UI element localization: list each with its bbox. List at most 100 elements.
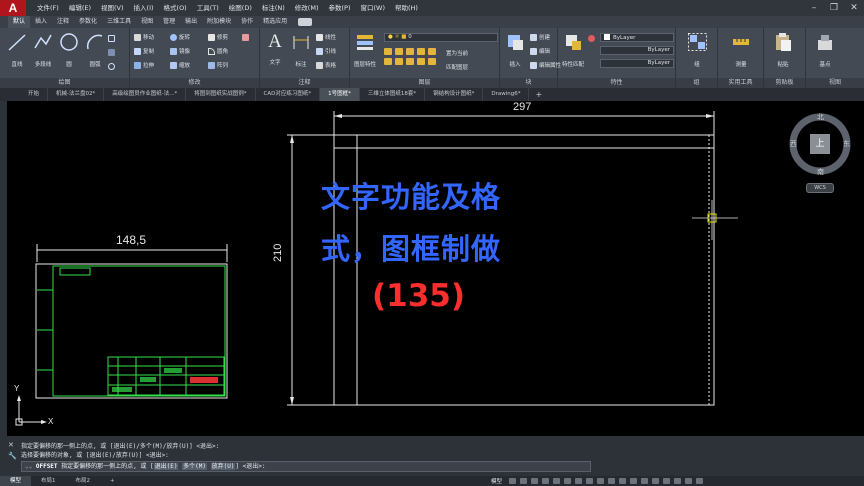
doc-tab[interactable]: 将图到图纸实战图例* (186, 88, 256, 101)
units-icon[interactable] (641, 478, 649, 484)
modify-panel-title[interactable]: 修改 (130, 78, 259, 88)
trim-button[interactable]: 修剪 (208, 32, 228, 42)
text-button[interactable]: A 文字 (262, 32, 288, 67)
ribbon-minimize-toggle[interactable] (298, 18, 313, 26)
clipboard-panel-title[interactable]: 剪贴板 (764, 78, 805, 88)
draw-panel-title[interactable]: 绘图 (0, 78, 129, 88)
tab-output[interactable]: 输出 (180, 16, 202, 28)
create-block-button[interactable]: 创建 (530, 32, 550, 42)
menu-help[interactable]: 帮助(H) (390, 0, 423, 16)
doc-tab-start[interactable]: 开始 (20, 88, 49, 101)
scale-button[interactable]: 缩放 (170, 60, 190, 70)
color-wheel-button[interactable] (588, 33, 595, 43)
hatch-button[interactable] (108, 47, 115, 57)
move-button[interactable]: 移动 (134, 32, 154, 42)
compass-east-label[interactable]: 东 (843, 139, 850, 149)
table-button[interactable]: 表格 (316, 60, 336, 70)
stretch-button[interactable]: 拉伸 (134, 60, 154, 70)
application-menu-button[interactable]: A (0, 0, 26, 16)
annotation-scale-icon[interactable] (608, 478, 616, 484)
doc-tab[interactable]: 高级绘图员作业图纸-法...* (104, 88, 187, 101)
match-layer-button[interactable]: 匹配图层 (446, 62, 468, 72)
line-button[interactable]: 直线 (4, 32, 30, 68)
menu-insert[interactable]: 插入(I) (129, 0, 159, 16)
option-exit[interactable]: 退出(E) (153, 463, 179, 470)
layer-properties-button[interactable]: 图层特性 (352, 32, 378, 68)
doc-tab[interactable]: Drawing6* (483, 88, 530, 101)
close-icon[interactable]: ✕ (8, 441, 14, 449)
tab-view[interactable]: 视图 (136, 16, 158, 28)
option-multiple[interactable]: 多个(M) (182, 463, 207, 470)
groups-panel-title[interactable]: 组 (676, 78, 717, 88)
layer-lock-icon[interactable] (417, 48, 425, 55)
view-panel-title[interactable]: 视图 (806, 78, 864, 88)
layer-on-icon[interactable] (384, 58, 392, 65)
rotate-button[interactable]: 旋转 (170, 32, 190, 42)
linetype-dropdown[interactable]: ByLayer (600, 46, 674, 55)
base-view-button[interactable]: 基点 (812, 32, 838, 68)
osnap-icon[interactable] (553, 478, 561, 484)
make-current-button[interactable]: 置为当前 (446, 48, 468, 58)
match-properties-button[interactable]: 特性匹配 (560, 32, 586, 68)
layout-tab-1[interactable]: 布局1 (31, 476, 66, 486)
doc-tab[interactable]: 钢结构设计图纸* (425, 88, 484, 101)
tab-collaborate[interactable]: 协作 (236, 16, 258, 28)
otrack-icon[interactable] (564, 478, 572, 484)
menu-view[interactable]: 视图(V) (96, 0, 129, 16)
compass-north-label[interactable]: 北 (817, 112, 824, 122)
polyline-button[interactable]: 多段线 (30, 32, 56, 68)
layer-walk-icon[interactable] (417, 58, 425, 65)
compass-south-label[interactable]: 南 (817, 167, 824, 177)
menu-file[interactable]: 文件(F) (32, 0, 64, 16)
large-width-dimension[interactable] (333, 111, 715, 135)
doc-tab[interactable]: 三维立体图纸18套* (360, 88, 426, 101)
linear-dim-button[interactable]: 线性 (316, 32, 336, 42)
menu-tools[interactable]: 工具(T) (192, 0, 224, 16)
color-dropdown[interactable]: ByLayer (600, 33, 674, 42)
measure-button[interactable]: 测量 (728, 32, 754, 68)
layers-panel-title[interactable]: 图层 (350, 78, 499, 88)
menu-edit[interactable]: 编辑(E) (64, 0, 96, 16)
doc-tab[interactable]: 机械-法兰盘02* (48, 88, 105, 101)
layer-freeze-icon[interactable] (406, 48, 414, 55)
add-layout-button[interactable]: + (100, 476, 125, 486)
layer-thaw-icon[interactable] (406, 58, 414, 65)
customization-menu-icon[interactable] (696, 478, 704, 484)
layout-tab-2[interactable]: 布局2 (66, 476, 101, 486)
layer-unlock-icon[interactable] (428, 48, 436, 55)
layer-off-icon[interactable] (384, 48, 392, 55)
viewcube[interactable]: 北 南 东 西 上 WCS (786, 112, 854, 196)
edit-block-button[interactable]: 编辑 (530, 46, 550, 56)
paste-button[interactable]: 粘贴 (770, 32, 796, 68)
command-input[interactable]: ⌄⌄ OFFSET 指定要偏移的那一侧上的点, 或 [退出(E) 多个(M) 放… (21, 461, 591, 472)
arc-button[interactable]: 圆弧 (82, 32, 108, 68)
close-icon[interactable]: ✕ (848, 0, 860, 16)
lineweight-icon[interactable] (575, 478, 583, 484)
block-panel-title[interactable]: 块 (500, 78, 557, 88)
wcs-menu-button[interactable]: WCS (806, 183, 834, 193)
edit-attributes-button[interactable]: 编辑属性 (530, 60, 561, 70)
restore-icon[interactable]: ❐ (828, 0, 840, 16)
menu-window[interactable]: 窗口(W) (355, 0, 390, 16)
drawing-canvas[interactable] (7, 101, 864, 436)
clean-screen-icon[interactable] (685, 478, 693, 484)
rectangle-button[interactable] (108, 33, 115, 43)
doc-tab[interactable]: CAD对应练习图纸* (256, 88, 321, 101)
erase-button[interactable] (242, 32, 249, 42)
quick-properties-icon[interactable] (652, 478, 660, 484)
snap-icon[interactable] (520, 478, 528, 484)
hardware-acceleration-icon[interactable] (674, 478, 682, 484)
lineweight-dropdown[interactable]: ByLayer (600, 59, 674, 68)
annotation-panel-title[interactable]: 注释 (260, 78, 349, 88)
option-undo[interactable]: 放弃(U) (210, 463, 236, 470)
compass-west-label[interactable]: 西 (790, 139, 797, 149)
tab-featured-apps[interactable]: 精选应用 (258, 16, 292, 28)
dimension-button[interactable]: 标注 (288, 32, 314, 68)
menu-format[interactable]: 格式(O) (159, 0, 192, 16)
circle-button[interactable]: 圆 (56, 32, 82, 68)
menu-dimension[interactable]: 标注(N) (257, 0, 290, 16)
polar-icon[interactable] (542, 478, 550, 484)
new-tab-button[interactable]: + (529, 88, 548, 101)
tab-annotate[interactable]: 注释 (52, 16, 74, 28)
minimize-icon[interactable]: – (808, 0, 820, 16)
